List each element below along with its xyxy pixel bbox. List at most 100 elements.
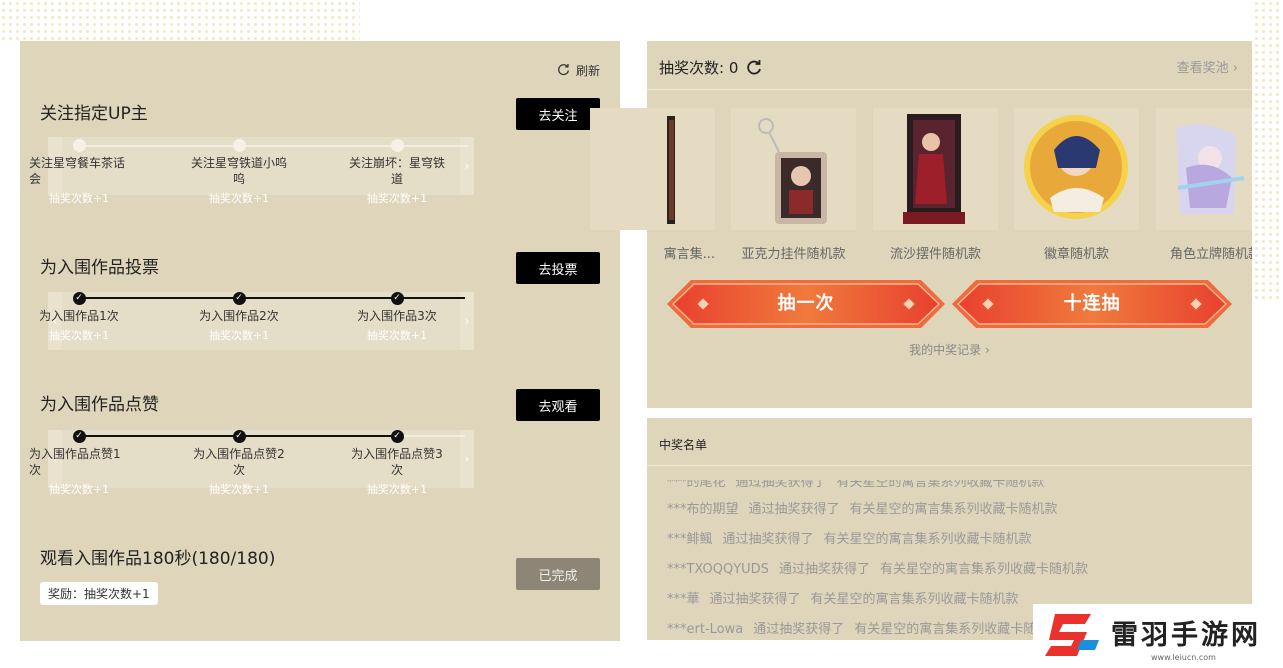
refresh-icon[interactable] <box>746 59 762 76</box>
node-label: 关注星穹铁道小呜呜 <box>191 156 288 186</box>
sand-ornament-icon <box>903 114 965 224</box>
node-reward: 抽奖次数+1 <box>366 329 428 342</box>
winner-action: 通过抽奖获得了 <box>748 502 840 517</box>
winner-item: ***布的期望 通过抽奖获得了 有关星空的寓言集系列收藏卡随机款 <box>667 498 1252 528</box>
step-dot <box>232 139 246 152</box>
winner-item: ***TXOQQYUDS 通过抽奖获得了 有关星空的寓言集系列收藏卡随机款 <box>667 558 1252 588</box>
track-node: ✓ 为入围作品3次 抽奖次数+1 <box>317 292 477 343</box>
track-node: 关注崩坏：星穹铁道抽奖次数+1 <box>317 139 477 206</box>
draw-once-label: 抽一次 <box>777 293 835 314</box>
refresh-label: 刷新 <box>575 64 600 78</box>
task-title-follow: 关注指定UP主 <box>40 104 148 124</box>
track-node: ✓ 为入围作品点赞1次抽奖次数+1 <box>0 430 159 497</box>
my-record-label: 我的中奖记录 <box>909 343 982 357</box>
check-icon: ✓ <box>72 430 86 443</box>
node-label: 关注星穹餐车茶话会 <box>29 156 126 186</box>
completed-button: 已完成 <box>516 558 600 590</box>
acrylic-pendant-icon <box>758 118 827 224</box>
my-record-link[interactable]: 我的中奖记录 › <box>647 341 1252 358</box>
track-node: ✓ 为入围作品2次 抽奖次数+1 <box>159 292 319 343</box>
winner-prize: 有关星空的寓言集系列收藏卡随机款 <box>854 622 1063 637</box>
standee-icon <box>1176 124 1245 214</box>
check-icon: ✓ <box>72 292 86 305</box>
winner-prize: 有关星空的寓言集系列收藏卡随机款 <box>810 592 1019 607</box>
prize-name: 流沙摆件随机款 <box>889 247 981 262</box>
prize-name: 角色立牌随机款 <box>1170 247 1252 262</box>
winner-action: 通过抽奖获得了 <box>722 532 814 547</box>
task-title-watch: 观看入围作品180秒(180/180) <box>40 549 276 569</box>
track-node: ✓ 为入围作品点赞3次抽奖次数+1 <box>317 430 477 497</box>
site-logo-icon <box>1045 614 1099 656</box>
node-reward: 抽奖次数+1 <box>48 329 110 342</box>
reward-badge: 奖励：抽奖次数+1 <box>40 582 158 605</box>
node-label: 为入围作品3次 <box>357 309 437 323</box>
check-icon: ✓ <box>232 292 246 305</box>
prize-card[interactable] <box>1156 108 1252 230</box>
prize-name: 寓言集... <box>663 247 715 262</box>
node-label: 为入围作品1次 <box>39 309 119 323</box>
check-icon: ✓ <box>390 430 404 443</box>
view-pool-link[interactable]: 查看奖池 › <box>1177 57 1238 76</box>
vote-button[interactable]: 去投票 <box>516 252 600 284</box>
prize-name: 徽章随机款 <box>1043 247 1109 262</box>
badge-icon <box>1024 115 1128 219</box>
prize-card[interactable] <box>873 108 998 230</box>
track-node: ✓ 为入围作品1次 抽奖次数+1 <box>0 292 159 343</box>
check-icon: ✓ <box>232 430 246 443</box>
node-label: 为入围作品点赞3次 <box>351 447 443 477</box>
follow-button[interactable]: 去关注 <box>516 98 600 130</box>
chevron-right-icon: › <box>985 343 990 357</box>
node-label: 为入围作品点赞1次 <box>29 447 121 477</box>
task-track-follow: ‹ › 关注星穹餐车茶话会 抽奖次数+1 关注星穹铁道小呜呜 抽奖次数+1 关注崩坏… <box>29 137 474 205</box>
step-dot <box>390 139 404 152</box>
winner-action: 通过抽奖获得了 <box>778 562 870 577</box>
refresh-button[interactable]: 刷新 <box>557 62 600 79</box>
node-reward: 抽奖次数+1 <box>366 192 428 205</box>
winner-user: ***ert-Lowa <box>667 622 744 637</box>
refresh-icon <box>558 64 569 76</box>
node-label: 关注崩坏：星穹铁道 <box>349 156 446 186</box>
check-icon: ✓ <box>390 292 404 305</box>
chevron-right-icon: › <box>1232 61 1238 76</box>
winner-item: ***的尾花 通过抽奖获得了 有关星空的寓言集系列收藏卡随机款 <box>667 480 1252 498</box>
prize-card[interactable] <box>590 108 715 230</box>
view-pool-label: 查看奖池 <box>1176 61 1229 76</box>
winner-user: ***華 <box>667 592 700 607</box>
decor-dots <box>0 0 360 40</box>
winners-title: 中奖名单 <box>659 438 708 452</box>
winner-action: 通过抽奖获得了 <box>753 622 845 637</box>
winner-action: 通过抽奖获得了 <box>709 592 801 607</box>
node-reward: 抽奖次数+1 <box>366 483 428 496</box>
node-reward: 抽奖次数+1 <box>48 192 110 205</box>
winner-user: ***TXOQQYUDS <box>667 562 769 577</box>
node-reward: 抽奖次数+1 <box>48 483 110 496</box>
winner-prize: 有关星空的寓言集系列收藏卡随机款 <box>879 562 1088 577</box>
draw-once-button[interactable]: 抽一次 <box>667 279 945 329</box>
site-watermark: 雷羽手游网 www.leiucn.com <box>1033 604 1283 668</box>
node-label: 为入围作品2次 <box>199 309 279 323</box>
prize-card[interactable] <box>1014 108 1139 230</box>
node-reward: 抽奖次数+1 <box>208 329 270 342</box>
divider <box>647 465 1252 466</box>
site-name: 雷羽手游网 <box>1111 620 1261 651</box>
draw-count-label: 抽奖次数: 0 <box>659 59 739 77</box>
winner-prize: 有关星空的寓言集系列收藏卡随机款 <box>823 532 1032 547</box>
watch-button[interactable]: 去观看 <box>516 389 600 421</box>
winner-prize: 有关星空的寓言集系列收藏卡随机款 <box>836 480 1045 490</box>
task-track-vote: ‹ › ✓ 为入围作品1次 抽奖次数+1 ✓ 为入围作品2次 抽奖次数+1 ✓ 为入围作品… <box>39 292 474 350</box>
decor-dots-right <box>1253 0 1283 300</box>
prize-card[interactable] <box>731 108 856 230</box>
track-node: 关注星穹铁道小呜呜 抽奖次数+1 <box>159 139 319 206</box>
prize-name: 亚克力挂件随机款 <box>741 247 846 262</box>
winner-user: ***鲱鲺 <box>667 532 713 547</box>
divider <box>647 89 1252 90</box>
lottery-panel: 抽奖次数: 0 查看奖池 › 寓言集... 亚克力挂件随机款 流沙摆件随机款 徽… <box>590 41 1252 408</box>
node-label: 为入围作品点赞2次 <box>193 447 285 477</box>
winner-action: 通过抽奖获得了 <box>735 480 827 490</box>
task-title-vote: 为入围作品投票 <box>40 258 159 278</box>
draw-ten-label: 十连抽 <box>1063 293 1121 314</box>
winner-prize: 有关星空的寓言集系列收藏卡随机款 <box>849 502 1058 517</box>
winner-user: ***布的期望 <box>667 502 739 517</box>
step-dot <box>72 139 86 152</box>
draw-ten-button[interactable]: 十连抽 <box>952 279 1232 329</box>
